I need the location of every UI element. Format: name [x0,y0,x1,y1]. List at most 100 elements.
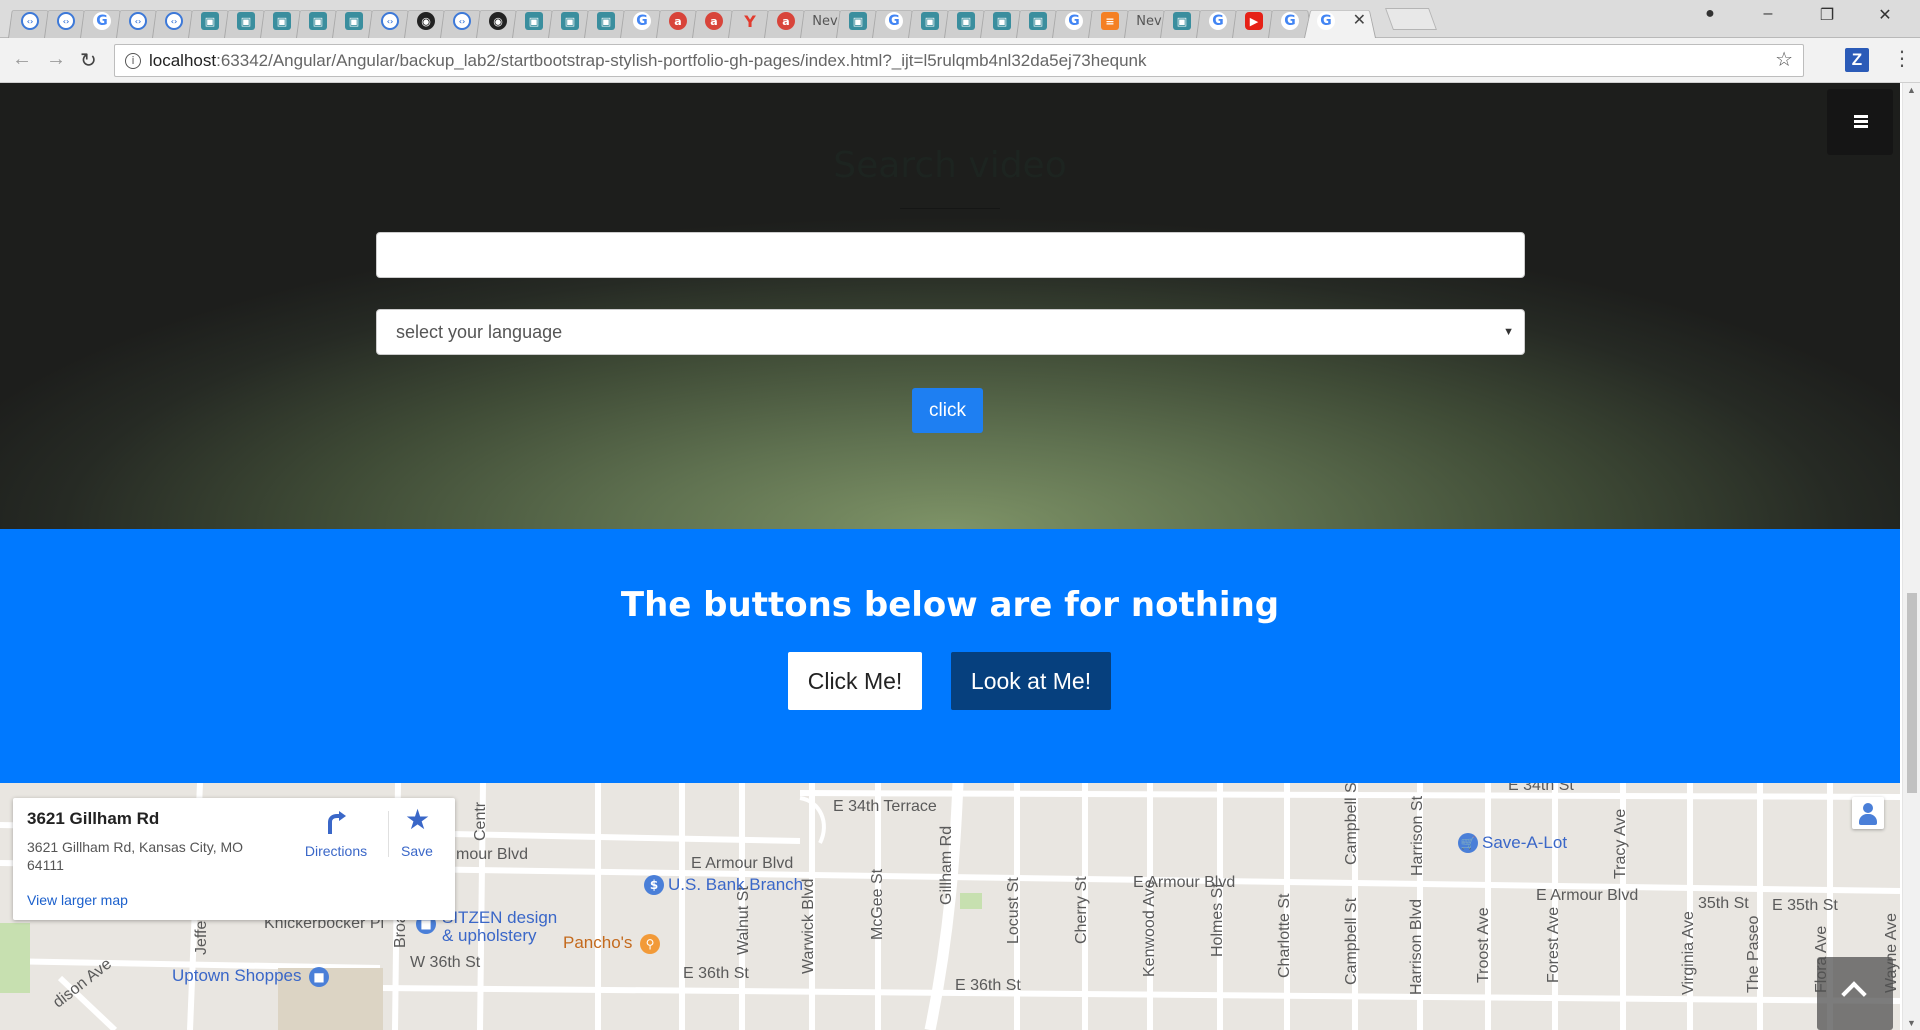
cta-headline: The buttons below are for nothing [620,585,1280,625]
save-link[interactable]: Save [401,843,433,859]
select-caret-icon: ▼ [1503,326,1514,338]
poi-label[interactable]: Save-A-Lot [1482,833,1567,853]
street-label: E Armour Blvd [691,855,794,872]
poi-label[interactable]: Uptown Shoppes [172,966,301,986]
language-select-value: select your language [396,322,563,342]
youtube-favicon-icon: ▶ [1245,12,1263,30]
profile-icon[interactable]: ● [1695,5,1725,23]
pegman-body [1859,814,1877,825]
street-label: McGee St [869,868,886,940]
search-video-section: Search video select your language ▼ clic… [0,83,1900,529]
street-label: The Paseo [1745,915,1762,993]
reload-icon[interactable]: ↻ [80,48,97,73]
street-view-pegman-icon[interactable] [1852,797,1884,829]
title-divider [900,208,1000,209]
street-label: W 36th St [410,954,481,971]
view-larger-map-link[interactable]: View larger map [27,892,128,908]
poi-label[interactable]: & upholstery [442,926,537,946]
code-favicon-icon: ‹› [57,12,75,30]
street-label: Charlotte St [1276,893,1293,978]
place-name: 3621 Gillham Rd [27,809,160,828]
forward-icon[interactable]: → [46,48,66,71]
avast-favicon-icon: a [669,12,687,30]
directions-icon[interactable] [321,808,349,836]
scrollbar-thumb[interactable] [1907,593,1917,793]
address-bar[interactable]: i localhost:63342/Angular/Angular/backup… [114,44,1804,77]
street-label: Campbell S [1343,783,1360,865]
street-label: Cherry St [1073,876,1090,944]
page-scrollbar[interactable]: ▲ ▼ [1902,83,1920,1030]
scroll-down-arrow-icon[interactable]: ▼ [1907,1018,1916,1028]
back-icon[interactable]: ← [12,48,32,71]
active-browser-tab[interactable]: G ✕ [1304,3,1376,38]
street-label: E 36th St [955,977,1021,994]
g-favicon-icon: G [1209,12,1227,30]
click-me-button[interactable]: Click Me! [788,652,922,710]
close-tab-icon[interactable]: ✕ [1353,10,1366,30]
hamburger-icon [1854,115,1868,118]
search-submit-button[interactable]: click [912,388,983,433]
language-select[interactable]: select your language ▼ [376,309,1525,355]
img-favicon-icon: ▣ [849,12,867,30]
chevron-up-icon [1841,981,1867,1007]
code-favicon-icon: ‹› [165,12,183,30]
img-favicon-icon: ▣ [309,12,327,30]
menu-toggle-button[interactable] [1827,89,1893,155]
g-favicon-icon: G [93,12,111,30]
bookmark-star-icon[interactable]: ☆ [1775,45,1793,76]
poi-label[interactable]: SITZEN design [442,908,557,928]
browser-menu-icon[interactable]: ⋮ [1892,46,1912,71]
hamburger-icon-bar [1854,125,1868,128]
street-label: Harrison St [1409,795,1426,876]
minimize-icon[interactable]: – [1753,5,1783,23]
place-info-card: 3621 Gillham Rd 3621 Gillham Rd, Kansas … [13,798,455,920]
bank-icon[interactable]: $ [644,875,664,895]
img-favicon-icon: ▣ [597,12,615,30]
close-window-icon[interactable]: ✕ [1870,5,1900,25]
street-label: Centr [472,801,489,841]
street-label: Kenwood Ave [1141,879,1158,977]
github-favicon-icon: ◉ [489,12,507,30]
street-label: Forest Ave [1545,906,1562,983]
scroll-up-arrow-icon[interactable]: ▲ [1907,85,1916,95]
star-icon[interactable]: ★ [405,803,430,836]
img-favicon-icon: ▣ [561,12,579,30]
look-at-me-button[interactable]: Look at Me! [951,652,1111,710]
street-label: E 34th Terrace [833,798,937,815]
poi-label[interactable]: Pancho's [563,933,632,953]
pegman-head [1863,803,1873,813]
street-label: Campbell St [1343,897,1360,985]
avast-favicon-icon: a [777,12,795,30]
street-label: Troost Ave [1475,907,1492,983]
poi-label[interactable]: U.S. Bank Branch [668,875,803,895]
street-label: 35th St [1698,895,1749,912]
call-to-action-section: The buttons below are for nothing Click … [0,529,1900,783]
street-label: Harrison Blvd [1408,898,1425,995]
img-favicon-icon: ▣ [273,12,291,30]
street-label: Locust St [1005,877,1022,944]
street-label: Tracy Ave [1612,808,1629,879]
search-input[interactable] [376,232,1525,278]
extension-z-icon[interactable]: Z [1845,48,1869,72]
code-favicon-icon: ‹› [381,12,399,30]
card-divider [388,811,389,857]
street-label: E Armour Blvd [1536,887,1639,904]
site-info-icon[interactable]: i [125,53,141,69]
new-tab-button[interactable] [1384,8,1438,30]
scroll-to-top-button[interactable] [1817,957,1893,1030]
street-label: E 34th St [1508,783,1574,794]
shopping-bag-icon[interactable]: ■ [309,967,329,987]
street-label: E 35th St [1772,897,1838,914]
restore-icon[interactable]: ❐ [1812,5,1842,25]
restaurant-icon[interactable]: ⚲ [640,934,660,954]
street-label: Walnut St [735,886,752,955]
code-favicon-icon: ‹› [21,12,39,30]
shopping-cart-icon[interactable]: 🛒 [1458,833,1478,853]
img-favicon-icon: ▣ [237,12,255,30]
google-map[interactable]: E 34th Terrace E 34th St mour Blvd E Arm… [0,783,1900,1030]
street-label: Gillham Rd [938,825,955,905]
img-favicon-icon: ▣ [1029,12,1047,30]
url-text: localhost:63342/Angular/Angular/backup_l… [149,51,1147,70]
directions-link[interactable]: Directions [296,843,376,859]
page-viewport: Search video select your language ▼ clic… [0,83,1920,1030]
